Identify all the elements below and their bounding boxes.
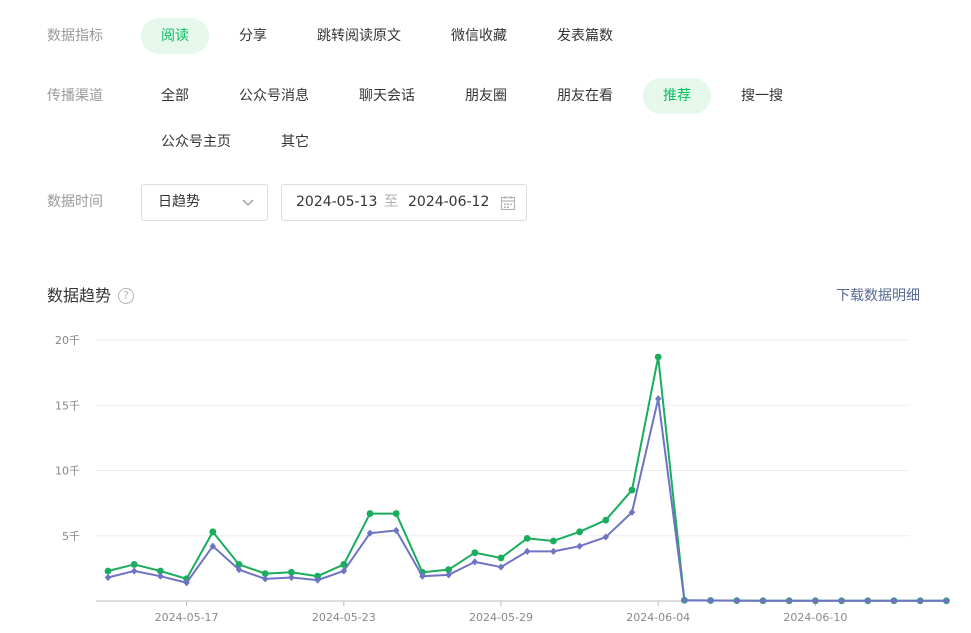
data-point[interactable] [131,567,138,575]
channel-chip-chat[interactable]: 聊天会话 [339,78,435,114]
data-point[interactable] [209,528,217,536]
data-point[interactable] [602,516,610,524]
data-point[interactable] [471,558,478,566]
trend-title: 数据趋势 [47,286,112,305]
data-point[interactable] [366,510,374,517]
data-point[interactable] [497,554,505,562]
data-point[interactable] [130,561,138,568]
data-point[interactable] [288,573,295,582]
data-point[interactable] [262,575,269,583]
download-detail-link[interactable]: 下载数据明细 [836,284,920,308]
x-tick-label: 2024-05-29 [469,611,533,624]
channel-chip-other[interactable]: 其它 [261,124,329,160]
date-end[interactable]: 2024-06-12 [408,185,489,220]
data-point[interactable] [576,542,583,550]
calendar-icon [500,196,516,211]
trend-chart: 5千 10千 15千 20千 2024-05-17 2024-05-23 2024-05-… [55,334,950,624]
data-point[interactable] [524,547,531,556]
help-icon[interactable]: ? [118,288,134,304]
time-filter-label: 数据时间 [47,194,103,210]
data-point[interactable] [655,395,662,403]
metric-chip-share[interactable]: 分享 [219,18,287,54]
data-point[interactable] [550,547,557,556]
data-point[interactable] [445,571,452,579]
granularity-value: 日趋势 [158,194,200,210]
x-tick-label: 2024-05-23 [312,611,376,624]
data-point[interactable] [628,486,636,494]
chevron-down-icon [242,199,254,206]
channel-chip-account-message[interactable]: 公众号消息 [219,78,329,114]
metric-filter-row: 数据指标 阅读 分享 跳转阅读原文 微信收藏 发表篇数 [0,16,971,56]
channel-chip-search[interactable]: 搜一搜 [721,78,803,114]
data-point[interactable] [550,537,557,545]
y-tick-label: 15千 [55,399,80,412]
data-point[interactable] [497,563,505,571]
channel-chip-friends-watching[interactable]: 朋友在看 [537,78,633,114]
channel-filter-row: 传播渠道 全部 公众号消息 聊天会话 朋友圈 朋友在看 推荐 搜一搜 [0,76,971,116]
metric-chip-published[interactable]: 发表篇数 [537,18,633,54]
metric-chip-read[interactable]: 阅读 [141,18,209,54]
channel-chip-moments[interactable]: 朋友圈 [445,78,527,114]
date-start[interactable]: 2024-05-13 [296,185,377,220]
data-point[interactable] [654,353,662,361]
data-point[interactable] [104,567,112,575]
data-point[interactable] [576,528,583,536]
series-line-1 [107,397,947,602]
data-point[interactable] [523,534,531,542]
channel-filter-row-2: 公众号主页 其它 [0,122,971,162]
date-separator: 至 [384,194,398,210]
y-tick-label: 5千 [62,530,80,543]
x-tick-label: 2024-06-10 [783,611,847,624]
data-point[interactable] [392,510,400,517]
channel-chip-recommend[interactable]: 推荐 [643,78,711,114]
channel-chip-all[interactable]: 全部 [141,78,209,114]
data-point[interactable] [104,573,112,582]
channel-chip-account-home[interactable]: 公众号主页 [141,124,251,160]
metric-chip-favorite[interactable]: 微信收藏 [431,18,527,54]
data-point[interactable] [471,549,479,557]
data-point[interactable] [157,572,164,580]
y-tick-label: 20千 [55,334,80,347]
y-tick-label: 10千 [55,465,80,478]
date-range-picker[interactable]: 2024-05-13 至 2024-06-12 [281,184,527,221]
metric-filter-label: 数据指标 [47,28,103,44]
metric-chip-read-original[interactable]: 跳转阅读原文 [297,18,421,54]
x-tick-label: 2024-06-04 [626,611,690,624]
channel-filter-label: 传播渠道 [47,88,103,104]
granularity-select[interactable]: 日趋势 [141,184,268,221]
x-tick-label: 2024-05-17 [155,611,219,624]
